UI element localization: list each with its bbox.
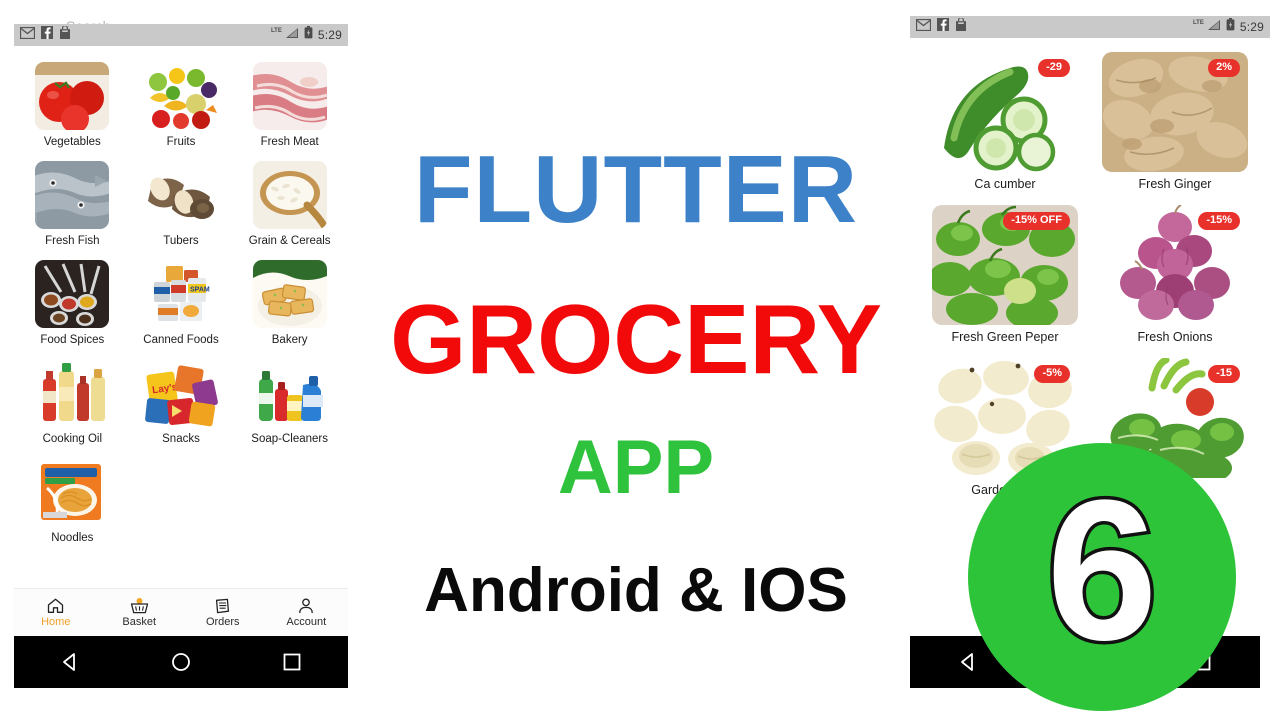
canned-goods-image: SPAM — [143, 260, 218, 328]
discount-badge: -15% OFF — [1003, 212, 1070, 230]
product-label: Fresh Ginger — [1138, 177, 1212, 191]
network-type-label: LTE — [1192, 20, 1204, 26]
category-grid: Vegetables Fruits Fresh Meat Fresh Fish — [14, 48, 348, 544]
category-item-fresh-meat[interactable]: Fresh Meat — [235, 62, 344, 148]
title-platform: Android & IOS — [424, 556, 848, 625]
signal-icon — [1206, 18, 1221, 36]
status-bar-right: LTE 5:29 — [910, 16, 1270, 38]
category-item-cooking-oil[interactable]: Cooking Oil — [18, 359, 127, 445]
yam-tubers-image — [143, 161, 218, 229]
category-label: Cooking Oil — [42, 433, 103, 445]
category-item-noodles[interactable]: Noodles — [18, 458, 127, 544]
title-app: APP — [557, 425, 715, 510]
orders-icon — [215, 597, 231, 614]
screenshot-root: Search LTE 5 — [0, 0, 1280, 720]
discount-badge: -5% — [1034, 365, 1070, 383]
discount-badge: -29 — [1038, 59, 1070, 77]
battery-icon — [1226, 18, 1235, 36]
discount-badge: 2% — [1208, 59, 1240, 77]
android-system-nav-left — [14, 636, 348, 688]
category-label: Fresh Meat — [260, 136, 319, 148]
tab-orders[interactable]: Orders — [181, 597, 265, 628]
home-button[interactable] — [170, 651, 192, 673]
tab-basket[interactable]: Basket — [98, 597, 182, 628]
product-card-cucumber[interactable]: -29 Ca cumber — [920, 52, 1090, 191]
category-item-canned-foods[interactable]: SPAM Canned Foods — [127, 260, 236, 346]
product-label: Ca cumber — [974, 177, 1036, 191]
category-label: Noodles — [51, 532, 94, 544]
recents-button[interactable] — [281, 651, 303, 673]
product-grid: -29 Ca cumber 2% Fresh Ginger -15% OFF F… — [910, 40, 1270, 497]
facebook-icon — [41, 26, 53, 44]
category-label: Fresh Fish — [45, 235, 100, 247]
tab-home[interactable]: Home — [14, 597, 98, 628]
title-flutter: FLUTTER — [413, 136, 859, 243]
category-label: Bakery — [271, 334, 308, 346]
facebook-icon — [937, 18, 949, 36]
product-image-wrap: -15% — [1102, 205, 1248, 325]
clock-label: 5:29 — [1239, 20, 1264, 34]
raw-meat-image — [252, 62, 327, 130]
oil-bottles-image — [35, 359, 110, 427]
network-type-label: LTE — [270, 28, 282, 34]
category-label: Grain & Cereals — [248, 235, 331, 247]
left-phone-screen: Search LTE 5 — [14, 0, 348, 688]
episode-number-badge: 6 — [968, 443, 1236, 711]
category-item-tubers[interactable]: Tubers — [127, 161, 236, 247]
noodles-pack-image — [35, 458, 110, 526]
status-notification-icons — [19, 25, 71, 44]
category-label: Canned Foods — [143, 334, 219, 346]
bottom-tab-bar: Home Basket Orders Account — [14, 588, 348, 636]
category-item-snacks[interactable]: Lay's Snacks — [127, 359, 236, 445]
tomatoes-image — [35, 62, 110, 130]
category-label: Soap-Cleaners — [251, 433, 329, 445]
product-card-ginger[interactable]: 2% Fresh Ginger — [1090, 52, 1260, 191]
app-bag-icon — [955, 17, 967, 36]
basket-icon — [130, 597, 149, 614]
episode-number: 6 — [1043, 459, 1161, 682]
status-system-icons: LTE 5:29 — [1193, 18, 1264, 36]
tab-label: Orders — [205, 616, 240, 628]
category-label: Fruits — [166, 136, 196, 148]
product-label: Fresh Green Peper — [951, 330, 1059, 344]
tab-label: Account — [286, 616, 327, 628]
category-item-grain-cereals[interactable]: Grain & Cereals — [235, 161, 344, 247]
svg-text:SPAM: SPAM — [190, 287, 210, 294]
product-image-wrap: -29 — [932, 52, 1078, 172]
account-icon — [298, 597, 314, 614]
signal-icon — [284, 26, 299, 44]
category-label: Snacks — [162, 433, 200, 445]
mixed-fruits-image — [143, 62, 218, 130]
status-bar-left: LTE 5:29 — [14, 24, 348, 46]
discount-badge: -15 — [1208, 365, 1240, 383]
spices-spoons-image — [35, 260, 110, 328]
category-item-fruits[interactable]: Fruits — [127, 62, 236, 148]
product-image-wrap: 2% — [1102, 52, 1248, 172]
back-button[interactable] — [957, 651, 979, 673]
fresh-fish-image — [35, 161, 110, 229]
category-label: Food Spices — [40, 334, 105, 346]
category-item-food-spices[interactable]: Food Spices — [18, 260, 127, 346]
clock-label: 5:29 — [317, 28, 342, 42]
product-label: Fresh Onions — [1137, 330, 1213, 344]
battery-icon — [304, 26, 313, 44]
app-bag-icon — [59, 25, 71, 44]
gmail-icon — [915, 18, 932, 36]
home-icon — [47, 597, 64, 614]
category-item-vegetables[interactable]: Vegetables — [18, 62, 127, 148]
category-item-fresh-fish[interactable]: Fresh Fish — [18, 161, 127, 247]
product-card-onions[interactable]: -15% Fresh Onions — [1090, 205, 1260, 344]
tab-label: Basket — [122, 616, 157, 628]
status-system-icons: LTE 5:29 — [271, 26, 342, 44]
discount-badge: -15% — [1198, 212, 1240, 230]
title-grocery: GROCERY — [390, 284, 882, 394]
chips-packs-image: Lay's — [143, 359, 218, 427]
gmail-icon — [19, 26, 36, 44]
category-label: Vegetables — [43, 136, 101, 148]
back-button[interactable] — [59, 651, 81, 673]
status-notification-icons — [915, 17, 967, 36]
tab-label: Home — [41, 616, 71, 628]
category-label: Tubers — [163, 235, 199, 247]
rice-spoon-image — [252, 161, 327, 229]
